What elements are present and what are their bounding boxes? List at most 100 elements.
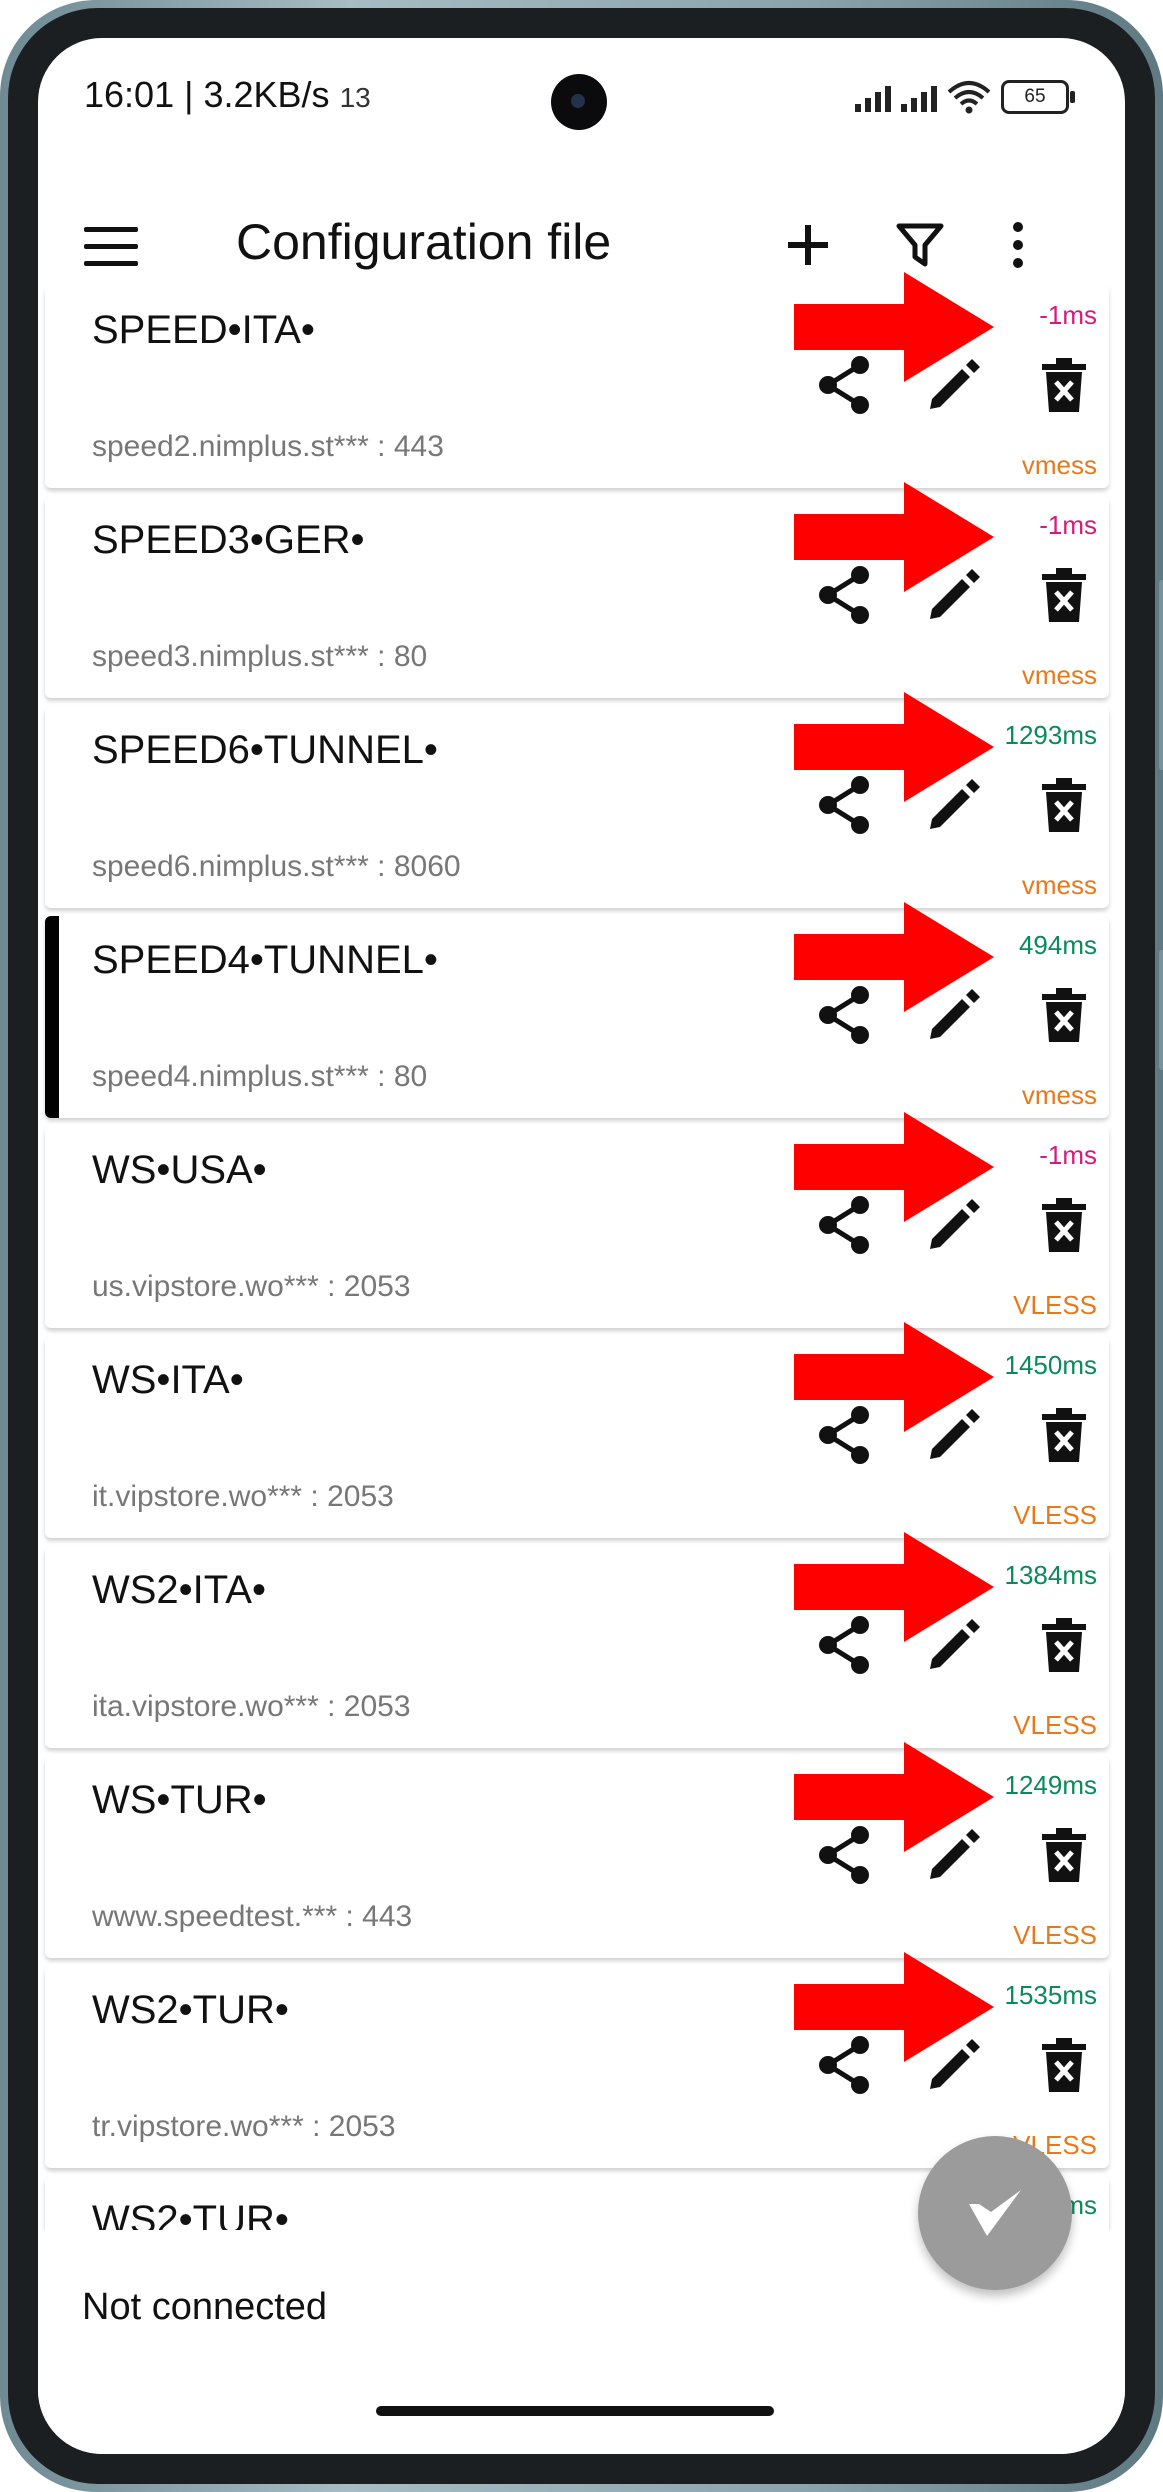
edit-icon[interactable] <box>921 562 987 628</box>
server-card[interactable]: SPEED3•GER• speed3.nimplus.st*** : 80 -1ms… <box>45 482 1109 698</box>
server-name: WS2•TUR• <box>92 1988 289 2032</box>
server-protocol: vmess <box>1021 660 1097 690</box>
share-icon[interactable] <box>811 1402 877 1468</box>
filter-icon[interactable] <box>888 213 952 277</box>
edit-icon[interactable] <box>921 1822 987 1888</box>
delete-icon[interactable] <box>1031 352 1097 418</box>
phone-frame: 16:01 | 3.2KB/s 13 65 Configuration file… <box>0 0 1163 2492</box>
server-protocol: vmess <box>1021 1080 1097 1110</box>
server-actions <box>811 1402 1097 1468</box>
share-icon[interactable] <box>811 982 877 1048</box>
server-card[interactable]: WS•ITA• it.vipstore.wo*** : 2053 1450ms VLE… <box>45 1322 1109 1538</box>
delete-icon[interactable] <box>1031 1612 1097 1678</box>
server-protocol: vmess <box>1021 870 1097 900</box>
server-name: WS•ITA• <box>92 1358 244 1402</box>
battery-icon: 65 <box>1001 80 1075 114</box>
server-delay: 1293ms <box>1004 720 1098 750</box>
server-address: it.vipstore.wo*** : 2053 <box>92 1480 394 1513</box>
connection-status[interactable]: Not connected <box>82 2286 327 2329</box>
v-logo-icon <box>969 2190 1021 2236</box>
edit-icon[interactable] <box>921 1192 987 1258</box>
page-title: Configuration file <box>236 214 612 270</box>
server-card[interactable]: SPEED6•TUNNEL• speed6.nimplus.st*** : 806… <box>45 692 1109 908</box>
share-icon[interactable] <box>811 772 877 838</box>
menu-icon[interactable] <box>84 227 138 267</box>
server-name: WS•USA• <box>92 1148 267 1192</box>
edit-icon[interactable] <box>921 982 987 1048</box>
status-icons: 65 <box>855 80 1075 114</box>
share-icon[interactable] <box>811 352 877 418</box>
status-bar: 16:01 | 3.2KB/s 13 65 <box>38 38 1125 158</box>
share-icon[interactable] <box>811 1192 877 1258</box>
share-icon[interactable] <box>811 2032 877 2098</box>
server-delay: -1ms <box>1039 1140 1097 1170</box>
server-address: speed3.nimplus.st*** : 80 <box>92 640 428 673</box>
server-address: www.speedtest.*** : 443 <box>92 1900 413 1933</box>
server-delay: 1450ms <box>1004 1350 1098 1380</box>
volume-button <box>1159 580 1163 770</box>
server-card[interactable]: WS•USA• us.vipstore.wo*** : 2053 -1ms VLESS <box>45 1112 1109 1328</box>
network-speed: | 3.2KB/s <box>184 74 330 115</box>
server-actions <box>811 982 1097 1048</box>
edit-icon[interactable] <box>921 2032 987 2098</box>
server-delay: -1ms <box>1039 510 1097 540</box>
delete-icon[interactable] <box>1031 562 1097 628</box>
share-icon[interactable] <box>811 562 877 628</box>
server-name: SPEED3•GER• <box>92 518 365 562</box>
server-card[interactable]: SPEED4•TUNNEL• speed4.nimplus.st*** : 80 4… <box>45 902 1109 1118</box>
server-delay: 494ms <box>1018 930 1097 960</box>
wifi-icon <box>947 81 991 114</box>
server-actions <box>811 352 1097 418</box>
server-address: speed4.nimplus.st*** : 80 <box>92 1060 428 1093</box>
home-indicator[interactable] <box>376 2406 774 2416</box>
server-address: us.vipstore.wo*** : 2053 <box>92 1270 411 1303</box>
server-address: tr.vipstore.wo*** : 2053 <box>92 2110 396 2143</box>
front-camera <box>551 74 607 130</box>
server-card[interactable]: WS2•ITA• ita.vipstore.wo*** : 2053 1384ms V… <box>45 1532 1109 1748</box>
delete-icon[interactable] <box>1031 1192 1097 1258</box>
status-time: 16:01 | 3.2KB/s 13 <box>84 74 371 116</box>
server-protocol: VLESS <box>1013 1710 1097 1740</box>
server-name: WS•TUR• <box>92 1778 267 1822</box>
share-icon[interactable] <box>811 1612 877 1678</box>
server-name: WS2•ITA• <box>92 1568 266 1612</box>
server-protocol: VLESS <box>1013 1500 1097 1530</box>
delete-icon[interactable] <box>1031 772 1097 838</box>
server-name: SPEED4•TUNNEL• <box>92 938 438 982</box>
server-card[interactable]: WS•TUR• www.speedtest.*** : 443 1249ms VLES… <box>45 1742 1109 1958</box>
more-options-icon[interactable] <box>986 213 1050 277</box>
server-delay: 1249ms <box>1004 1770 1098 1800</box>
server-actions <box>811 1822 1097 1888</box>
delete-icon[interactable] <box>1031 1822 1097 1888</box>
server-name: SPEED•ITA• <box>92 308 315 352</box>
server-actions <box>811 772 1097 838</box>
server-actions <box>811 2032 1097 2098</box>
server-protocol: vmess <box>1021 450 1097 480</box>
server-name: SPEED6•TUNNEL• <box>92 728 438 772</box>
share-icon[interactable] <box>811 1822 877 1888</box>
server-delay: 1384ms <box>1004 1560 1098 1590</box>
edit-icon[interactable] <box>921 772 987 838</box>
delete-icon[interactable] <box>1031 982 1097 1048</box>
server-protocol: VLESS <box>1013 1290 1097 1320</box>
edit-icon[interactable] <box>921 1402 987 1468</box>
server-address: speed2.nimplus.st*** : 443 <box>92 430 444 463</box>
edit-icon[interactable] <box>921 352 987 418</box>
server-actions <box>811 1612 1097 1678</box>
screen: 16:01 | 3.2KB/s 13 65 Configuration file… <box>38 38 1125 2454</box>
server-card[interactable]: WS2•TUR• tr.vipstore.wo*** : 2053 1535ms VL… <box>45 1952 1109 2168</box>
server-address: ita.vipstore.wo*** : 2053 <box>92 1690 411 1723</box>
connect-fab-button[interactable] <box>918 2136 1072 2290</box>
delete-icon[interactable] <box>1031 1402 1097 1468</box>
signal-icon <box>855 82 891 112</box>
server-card[interactable]: SPEED•ITA• speed2.nimplus.st*** : 443 -1ms… <box>45 272 1109 488</box>
server-list[interactable]: SPEED•ITA• speed2.nimplus.st*** : 443 -1ms… <box>38 272 1125 2386</box>
edit-icon[interactable] <box>921 1612 987 1678</box>
server-actions <box>811 1192 1097 1258</box>
add-icon[interactable] <box>776 213 840 277</box>
server-delay: 1535ms <box>1004 1980 1098 2010</box>
clock: 16:01 <box>84 74 175 115</box>
server-actions <box>811 562 1097 628</box>
delete-icon[interactable] <box>1031 2032 1097 2098</box>
server-delay: -1ms <box>1039 300 1097 330</box>
